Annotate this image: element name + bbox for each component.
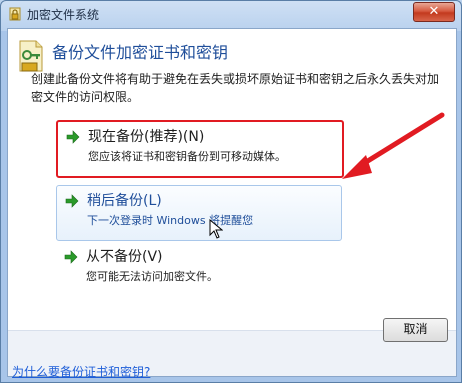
window-title: 加密文件系统 bbox=[27, 8, 100, 22]
option-backup-later-desc: 下一次登录时 Windows 将提醒您 bbox=[87, 214, 254, 227]
option-backup-later[interactable]: 稍后备份(L) 下一次登录时 Windows 将提醒您 bbox=[56, 185, 342, 241]
help-link[interactable]: 为什么要备份证书和密钥? bbox=[12, 363, 150, 380]
title-bar[interactable]: 加密文件系统 ✕ bbox=[1, 1, 461, 27]
green-arrow-icon bbox=[64, 250, 78, 264]
certificate-key-icon bbox=[19, 40, 43, 72]
option-never-backup-label: 从不备份(V) bbox=[86, 249, 163, 265]
cancel-button[interactable]: 取消 bbox=[383, 318, 448, 342]
option-never-backup-desc: 您可能无法访问加密文件。 bbox=[86, 270, 218, 283]
option-backup-now-label: 现在备份(推荐)(N) bbox=[88, 129, 205, 145]
green-arrow-icon bbox=[65, 194, 79, 208]
option-backup-now[interactable]: 现在备份(推荐)(N) 您应该将证书和密钥备份到可移动媒体。 bbox=[56, 120, 344, 178]
option-backup-later-label: 稍后备份(L) bbox=[87, 193, 162, 209]
dialog-client-area: 备份文件加密证书和密钥 创建此备份文件将有助于避免在丢失或损坏原始证书和密钥之后… bbox=[7, 28, 457, 380]
description-text: 创建此备份文件将有助于避免在丢失或损坏原始证书和密钥之后永久丢失对加密文件的访问… bbox=[31, 72, 440, 104]
red-pointer-arrow-icon bbox=[342, 112, 445, 179]
dialog-window: 加密文件系统 ✕ 备份文件加密证书和密钥 创建此备份文件将有助于避免在丢失或损坏… bbox=[0, 0, 462, 383]
page-title: 备份文件加密证书和密钥 bbox=[52, 43, 229, 62]
mouse-cursor-icon bbox=[209, 219, 223, 239]
green-arrow-icon bbox=[66, 130, 80, 144]
option-backup-now-desc: 您应该将证书和密钥备份到可移动媒体。 bbox=[88, 150, 286, 163]
option-never-backup[interactable]: 从不备份(V) 您可能无法访问加密文件。 bbox=[56, 242, 340, 296]
lock-certificate-icon bbox=[9, 7, 21, 21]
close-button[interactable]: ✕ bbox=[413, 2, 455, 22]
